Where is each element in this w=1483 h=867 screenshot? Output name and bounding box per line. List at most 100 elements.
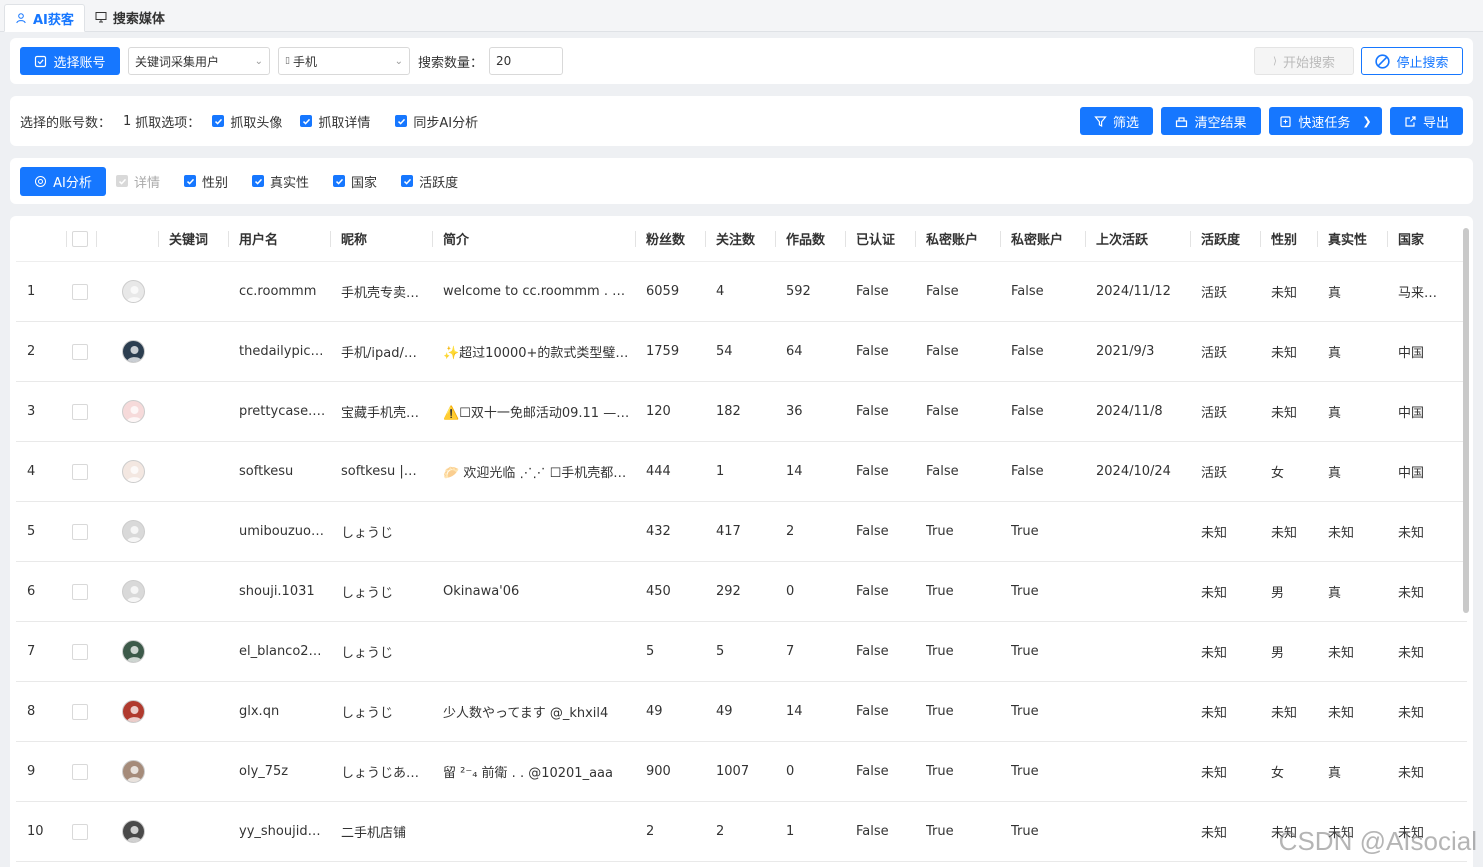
capture-avatar-checkbox[interactable]: 抓取头像 [212,112,282,131]
ai-authenticity-checkbox[interactable]: 真实性 [252,172,309,191]
cell-gender: 男 [1271,646,1285,661]
col-gender[interactable]: 性别 [1260,216,1317,262]
row-checkbox[interactable] [66,262,96,322]
table-row[interactable]: 4 softkesu softkesu |… 🥟 欢迎光临 ⋰⋰ ☐手机壳都… 444 1… [16,442,1467,502]
device-select[interactable]: ▯ 手机 ⌄ [278,47,410,75]
cell-country: 未知 [1398,586,1425,601]
avatar-icon [122,520,145,543]
col-country[interactable]: 国家 [1387,216,1449,262]
cell-works: 64 [786,344,803,359]
col-following[interactable]: 关注数 [705,216,775,262]
row-checkbox[interactable] [66,322,96,382]
sync-ai-checkbox[interactable]: 同步AI分析 [395,112,478,131]
col-nickname[interactable]: 昵称 [330,216,432,262]
ai-details-checkbox[interactable]: 详情 [116,172,160,191]
row-index: 8 [27,704,36,719]
cell-followers: 1759 [646,344,680,359]
cell-gender: 未知 [1271,286,1298,301]
avatar-icon [122,460,145,483]
avatar [96,622,158,682]
cell-bio [432,502,635,562]
avatar-icon [122,580,145,603]
row-checkbox[interactable] [66,742,96,802]
table-row[interactable]: 9 oly_75z しょうじあ… 留 ²⁻₄ 前衛 . . @10201_aaa 900… [16,742,1467,802]
capture-details-checkbox[interactable]: 抓取详情 [300,112,370,131]
table-header: 关键词 用户名 昵称 简介 粉丝数 关注数 作品数 已认证 私密账户 私密账户 … [16,216,1467,262]
cell-keyword [158,562,228,622]
cell-country: 未知 [1398,706,1425,721]
cell-country: 未知 [1398,646,1425,661]
col-username[interactable]: 用户名 [228,216,330,262]
cell-followers: 120 [646,404,671,419]
col-authenticity[interactable]: 真实性 [1317,216,1387,262]
col-followers[interactable]: 粉丝数 [635,216,705,262]
avatar [96,442,158,502]
cell-verified: False [856,524,889,539]
row-checkbox[interactable] [66,802,96,862]
export-button[interactable]: 导出 [1390,107,1463,135]
cell-bio [432,802,635,862]
chevron-down-icon: ⌄ [394,55,403,67]
checkbox-checked-icon [395,115,408,127]
cell-followers: 900 [646,764,671,779]
row-checkbox[interactable] [66,442,96,502]
cell-gender: 男 [1271,586,1285,601]
quick-task-dropdown[interactable]: 快速任务 ❯ [1269,107,1382,135]
cell-keyword [158,502,228,562]
cell-last-active [1085,802,1190,862]
table-row[interactable]: 1 cc.roommm 手机壳专卖… welcome to cc.roommm . W… [16,262,1467,322]
cell-private-2: True [1011,704,1039,719]
cell-bio: 留 ²⁻₄ 前衛 . . @10201_aaa [443,766,613,781]
cell-nickname: しょうじ [341,646,394,661]
ai-country-checkbox[interactable]: 国家 [333,172,377,191]
cell-private-1: True [926,704,954,719]
row-checkbox[interactable] [66,502,96,562]
vertical-scrollbar[interactable] [1463,228,1469,613]
table-row[interactable]: 3 prettycase.… 宝藏手机壳… ⚠️☐双十一免邮活动09.11 —… 120… [16,382,1467,442]
filter-button[interactable]: 筛选 [1080,107,1153,135]
col-works[interactable]: 作品数 [775,216,845,262]
cell-last-active: 2024/11/12 [1096,284,1171,299]
cell-followers: 444 [646,464,671,479]
table-row[interactable]: 2 thedailypic… 手机/ipad/… ✨超过10000+的款式类型璧… 17… [16,322,1467,382]
clear-results-button[interactable]: 清空结果 [1161,107,1261,135]
select-account-button[interactable]: 选择账号 [20,47,120,75]
table-row[interactable]: 7 el_blanco2… しょうじ 5 5 7 False True True 未知 男 未知 未知 [16,622,1467,682]
ai-activity-checkbox[interactable]: 活跃度 [401,172,458,191]
col-private-2[interactable]: 私密账户 [1000,216,1085,262]
tab-search-media[interactable]: 搜索媒体 [85,3,175,31]
tab-label: AI获客 [33,12,74,28]
col-bio[interactable]: 简介 [432,216,635,262]
col-private-1[interactable]: 私密账户 [915,216,1000,262]
ai-analysis-button[interactable]: AI分析 [20,166,106,196]
tab-ai-acquisition[interactable]: AI获客 [4,4,85,32]
search-count-input[interactable]: 20 [489,47,564,75]
col-keyword[interactable]: 关键词 [158,216,228,262]
ai-gender-checkbox[interactable]: 性别 [184,172,228,191]
select-all-checkbox[interactable] [66,216,96,262]
cell-username: el_blanco2… [239,644,322,659]
cell-verified: False [856,824,889,839]
table-row[interactable]: 10 yy_shoujid… 二手机店铺 2 2 1 False True True 未知 未知 未知… [16,802,1467,862]
cell-gender: 女 [1271,466,1285,481]
cell-following: 5 [716,644,725,659]
table-row[interactable]: 8 glx.qn しょうじ 少人数やってます @_khxil4 49 49 14 False T… [16,682,1467,742]
cell-activity: 活跃 [1201,346,1228,361]
avatar [96,802,158,862]
start-search-button[interactable]: ⟩ 开始搜索 [1254,47,1354,75]
stop-search-button[interactable]: 停止搜索 [1361,47,1463,75]
row-checkbox[interactable] [66,622,96,682]
col-activity[interactable]: 活跃度 [1190,216,1260,262]
row-checkbox[interactable] [66,562,96,622]
table-row[interactable]: 6 shouji.1031 しょうじ Okinawa'06 450 292 0 False Tr… [16,562,1467,622]
table-row[interactable]: 5 umibouzuo… しょうじ 432 417 2 False True True 未知 未知 未… [16,502,1467,562]
row-checkbox[interactable] [66,382,96,442]
row-checkbox[interactable] [66,682,96,742]
cell-nickname: しょうじあ… [341,766,420,781]
cell-private-1: True [926,764,954,779]
col-verified[interactable]: 已认证 [845,216,915,262]
cell-activity: 未知 [1201,526,1228,541]
mode-select[interactable]: 关键词采集用户 ⌄ [128,47,270,75]
col-last-active[interactable]: 上次活跃 [1085,216,1190,262]
row-index: 4 [27,464,36,479]
